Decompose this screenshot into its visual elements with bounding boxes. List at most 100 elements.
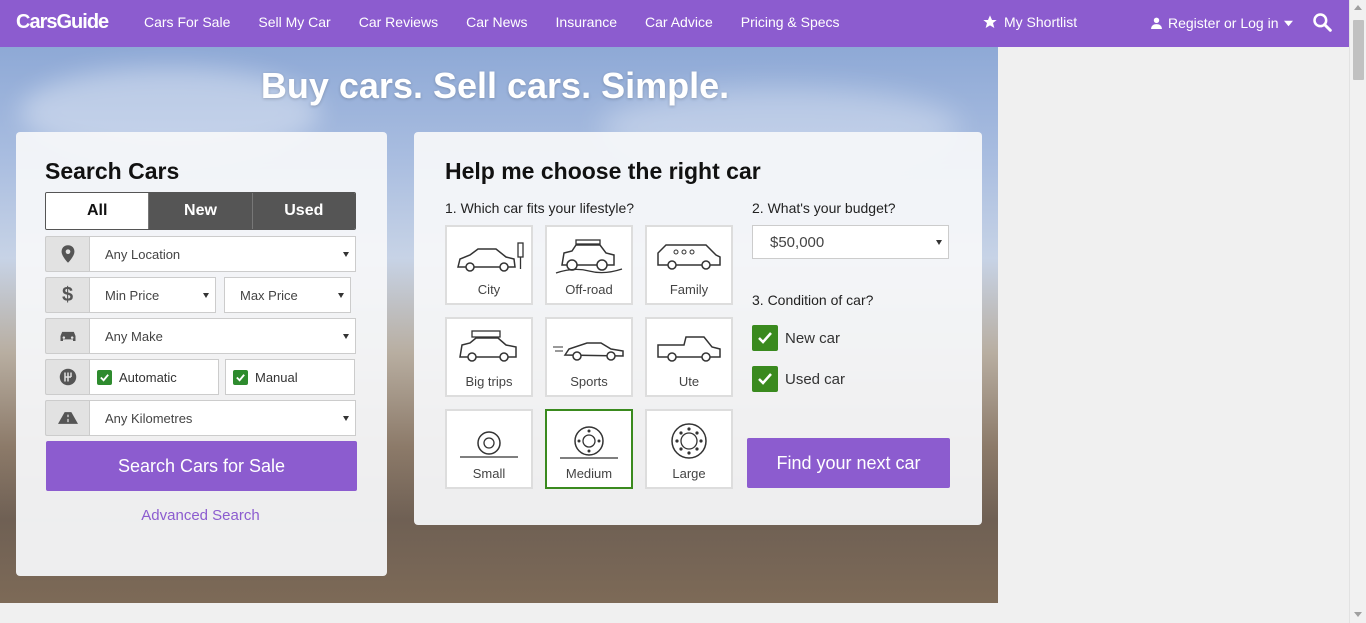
location-select[interactable]: Any Location (89, 236, 356, 272)
size-tile-large[interactable]: Large (645, 409, 733, 489)
medium-wheel-icon (560, 426, 618, 459)
lifestyle-tile-off-road[interactable]: Off-road (545, 225, 633, 305)
search-cars-button[interactable]: Search Cars for Sale (46, 441, 357, 491)
page-bottom-strip (0, 603, 1349, 623)
family-car-icon (657, 244, 721, 270)
transmission-row: Automatic Manual (45, 359, 356, 395)
check-icon (97, 369, 112, 385)
tab-all[interactable]: All (46, 193, 149, 229)
nav-link-sell-my-car[interactable]: Sell My Car (258, 14, 330, 30)
lifestyle-tile-city[interactable]: City (445, 225, 533, 305)
budget-question: 2. What's your budget? (752, 200, 896, 216)
big-trips-car-icon (459, 330, 517, 362)
tile-label: Sports (570, 374, 608, 389)
lifestyle-question: 1. Which car fits your lifestyle? (445, 200, 635, 216)
location-row: Any Location (45, 236, 356, 272)
size-tile-small[interactable]: Small (445, 409, 533, 489)
location-value: Any Location (105, 246, 181, 262)
sports-car-icon (553, 342, 624, 361)
tile-label: Family (669, 282, 709, 297)
size-tile-medium[interactable]: Medium (545, 409, 633, 489)
nav-link-insurance[interactable]: Insurance (556, 14, 617, 30)
automatic-checkbox[interactable]: Automatic (89, 359, 219, 395)
shortlist-link[interactable]: My Shortlist (982, 14, 1077, 30)
tab-used[interactable]: Used (251, 193, 355, 229)
location-pin-icon (45, 236, 89, 272)
chooser-title: Help me choose the right car (445, 158, 761, 184)
chevron-down-icon (343, 252, 349, 257)
max-price-value: Max Price (240, 287, 298, 303)
min-price-select[interactable]: Min Price (89, 277, 216, 313)
kilometres-select[interactable]: Any Kilometres (89, 400, 356, 436)
check-icon (752, 366, 778, 392)
find-next-car-button[interactable]: Find your next car (747, 438, 950, 488)
make-value: Any Make (105, 328, 163, 344)
tab-new[interactable]: New (148, 193, 252, 229)
off-road-car-icon (555, 239, 623, 274)
search-icon[interactable] (1312, 12, 1332, 37)
carsguide-logo[interactable]: CarsGuide (16, 11, 109, 34)
manual-checkbox[interactable]: Manual (225, 359, 355, 395)
nav-link-car-advice[interactable]: Car Advice (645, 14, 713, 30)
hero-headline: Buy cars. Sell cars. Simple. (260, 65, 730, 106)
caret-down-icon (1283, 20, 1293, 26)
kilometres-value: Any Kilometres (105, 410, 193, 426)
tile-label: Medium (565, 466, 613, 481)
used-car-checkbox[interactable]: Used car (752, 366, 845, 392)
max-price-select[interactable]: Max Price (224, 277, 351, 313)
kilometres-row: Any Kilometres (45, 400, 356, 436)
budget-select[interactable]: $50,000 (752, 225, 949, 259)
tile-label: Ute (678, 374, 700, 389)
condition-tabs: All New Used (45, 192, 356, 230)
star-icon (983, 15, 997, 28)
gearbox-icon (45, 359, 89, 395)
new-car-label: New car (785, 329, 841, 347)
make-select[interactable]: Any Make (89, 318, 356, 354)
search-cars-title: Search Cars (45, 158, 180, 184)
lifestyle-tile-family[interactable]: Family (645, 225, 733, 305)
nav-link-cars-for-sale[interactable]: Cars For Sale (144, 14, 230, 30)
small-wheel-icon (460, 431, 518, 458)
road-icon (45, 400, 89, 436)
register-login-menu[interactable]: Register or Log in (1150, 15, 1293, 31)
user-icon (1151, 17, 1162, 29)
min-price-value: Min Price (105, 287, 160, 303)
price-row: $ Min Price Max Price (45, 277, 356, 313)
tile-label: Small (472, 466, 506, 481)
make-row: Any Make (45, 318, 356, 354)
large-wheel-icon (671, 423, 707, 459)
car-chooser-panel: Help me choose the right car 1. Which ca… (414, 132, 982, 525)
shortlist-label: My Shortlist (1004, 14, 1078, 30)
lifestyle-tile-ute[interactable]: Ute (645, 317, 733, 397)
new-car-checkbox[interactable]: New car (752, 325, 840, 351)
nav-link-car-reviews[interactable]: Car Reviews (359, 14, 438, 30)
vertical-scrollbar[interactable] (1349, 0, 1366, 623)
search-cars-panel: Search Cars All New Used Any Location $ … (16, 132, 387, 576)
chevron-down-icon (343, 334, 349, 339)
lifestyle-tile-big-trips[interactable]: Big trips (445, 317, 533, 397)
car-icon (45, 318, 89, 354)
logo-text-b: Guide (56, 11, 109, 33)
chevron-down-icon (936, 240, 942, 245)
logo-text-a: Cars (16, 11, 57, 33)
advanced-search-link[interactable]: Advanced Search (45, 507, 356, 524)
top-nav: CarsGuide Cars For Sale Sell My Car Car … (0, 0, 1349, 47)
chevron-down-icon (338, 293, 344, 298)
manual-label: Manual (255, 369, 298, 385)
scroll-up-arrow-icon[interactable] (1354, 5, 1362, 10)
tile-label: Large (672, 466, 706, 481)
lifestyle-tile-sports[interactable]: Sports (545, 317, 633, 397)
scroll-down-arrow-icon[interactable] (1354, 612, 1362, 617)
nav-link-car-news[interactable]: Car News (466, 14, 527, 30)
automatic-label: Automatic (119, 369, 177, 385)
nav-links: Cars For Sale Sell My Car Car Reviews Ca… (144, 14, 868, 30)
register-label: Register or Log in (1168, 15, 1279, 31)
condition-question: 3. Condition of car? (752, 292, 874, 308)
chevron-down-icon (203, 293, 209, 298)
nav-link-pricing-specs[interactable]: Pricing & Specs (741, 14, 840, 30)
chevron-down-icon (343, 416, 349, 421)
city-car-icon (457, 242, 524, 272)
scrollbar-thumb[interactable] (1353, 20, 1364, 80)
tile-label: Off-road (565, 282, 613, 297)
